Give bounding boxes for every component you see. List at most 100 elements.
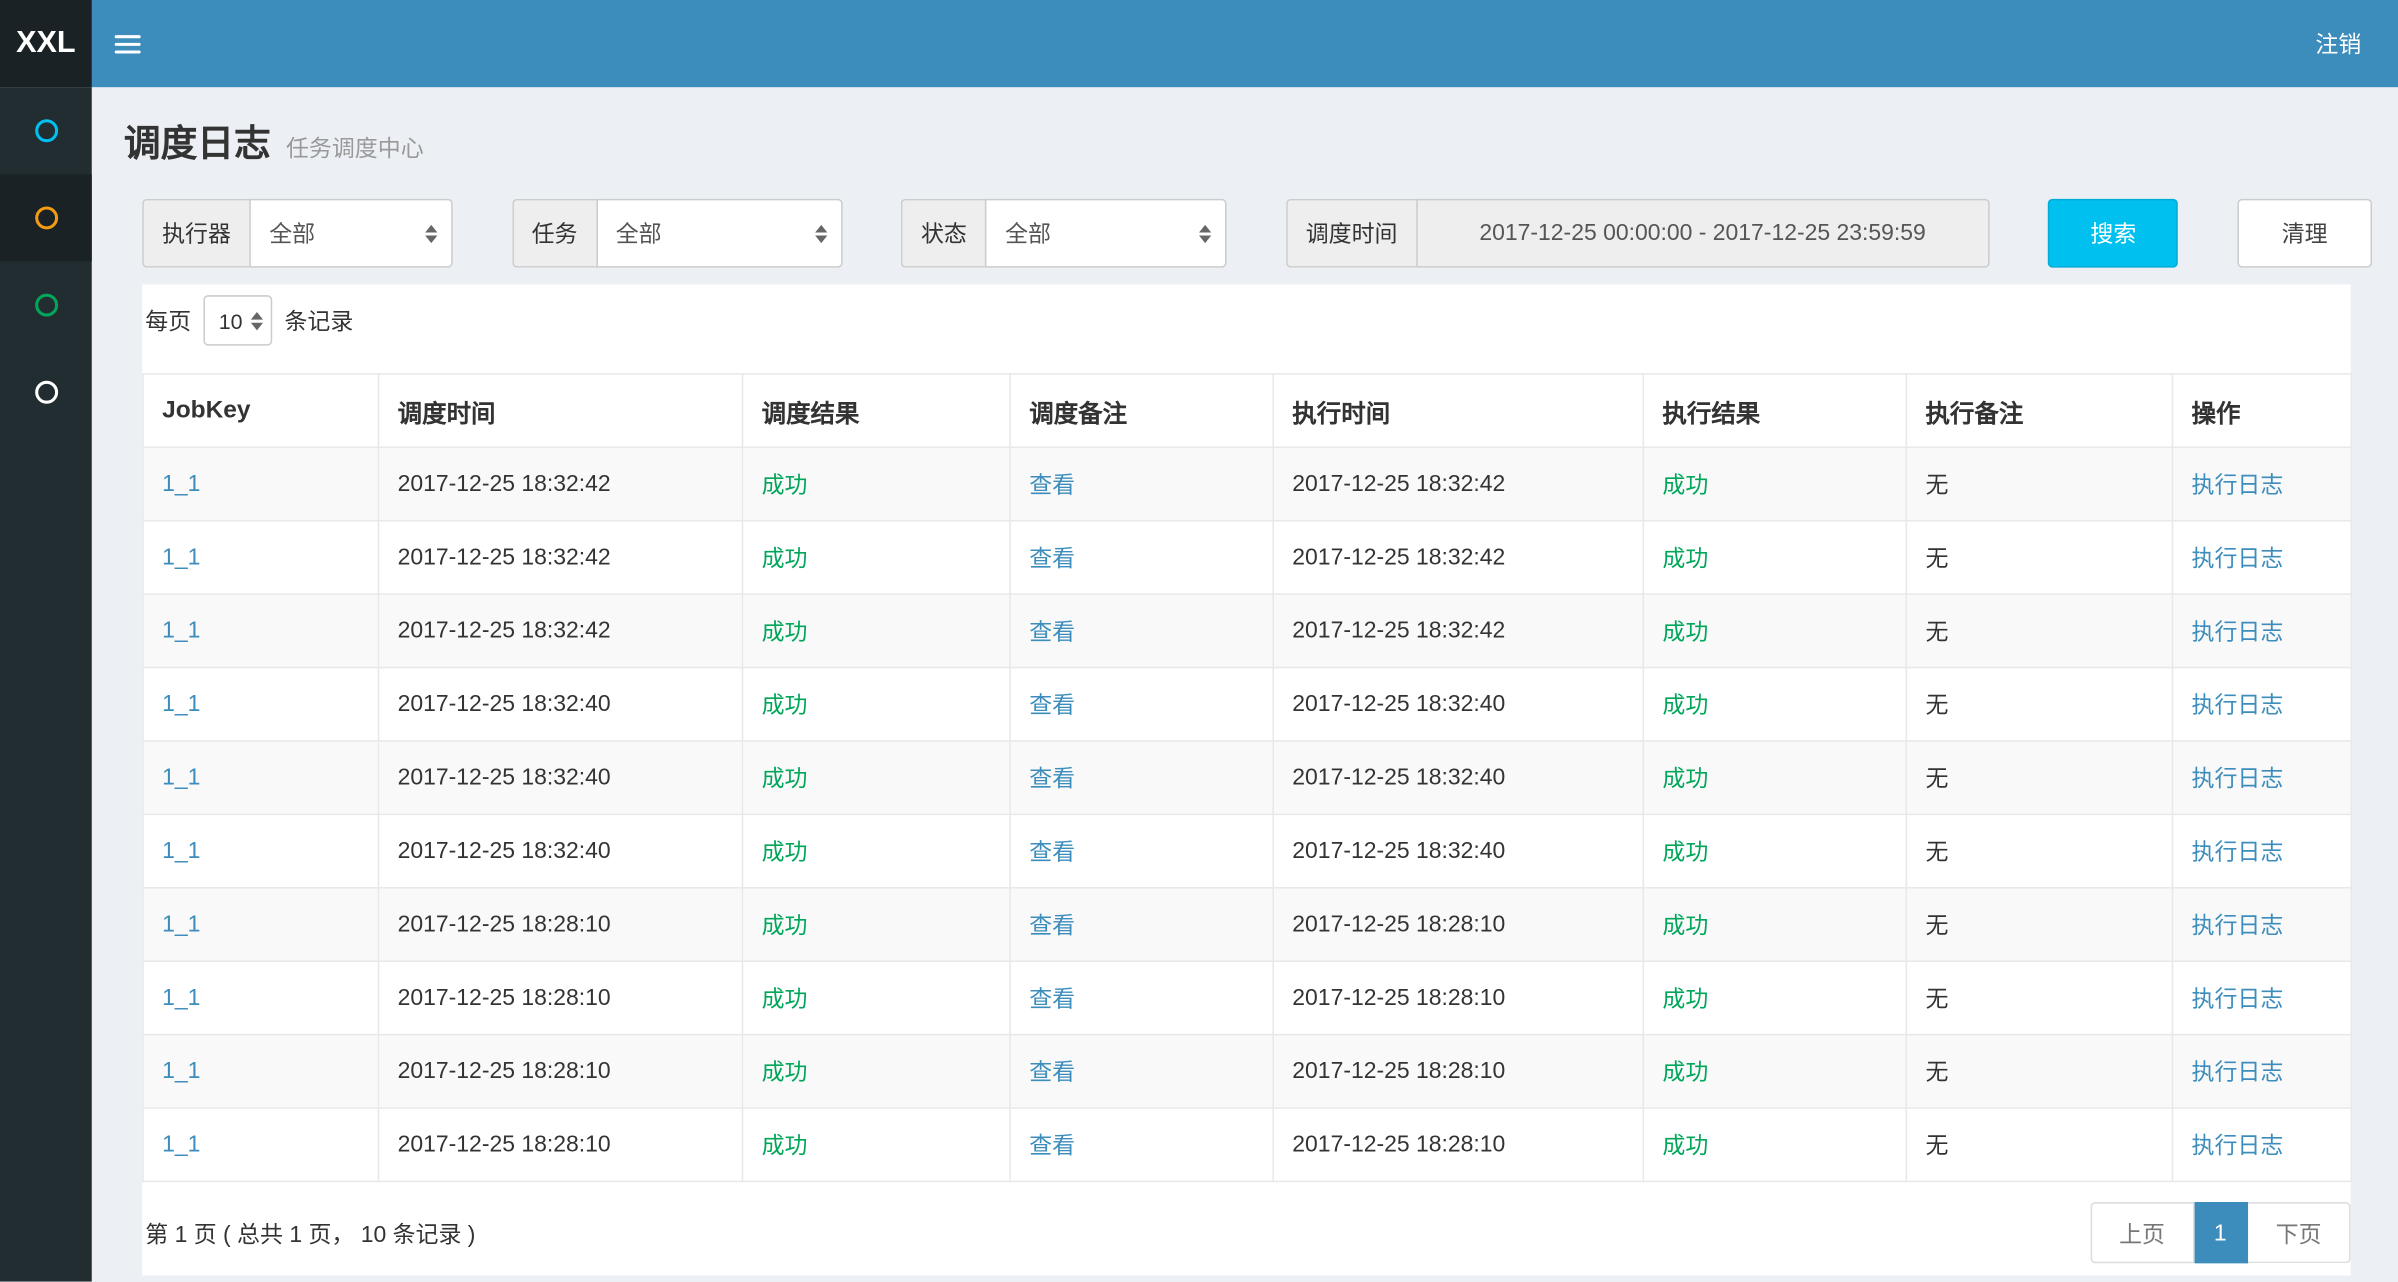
trigger-result-text: 成功 bbox=[762, 1133, 808, 1159]
sidebar-item[interactable] bbox=[0, 262, 92, 349]
trigger-result-cell: 成功 bbox=[742, 594, 1010, 667]
view-trigger-msg-link[interactable]: 查看 bbox=[1029, 766, 1075, 792]
next-page-button[interactable]: 下页 bbox=[2248, 1202, 2350, 1263]
handle-result-cell: 成功 bbox=[1643, 814, 1906, 887]
per-page-control: 每页 10 条记录 bbox=[142, 295, 2350, 345]
jobkey-link[interactable]: 1_1 bbox=[162, 911, 200, 937]
execution-log-link[interactable]: 执行日志 bbox=[2192, 546, 2284, 572]
clear-button[interactable]: 清理 bbox=[2237, 199, 2372, 268]
view-trigger-msg-link[interactable]: 查看 bbox=[1029, 693, 1075, 719]
view-trigger-msg-link[interactable]: 查看 bbox=[1029, 619, 1075, 645]
circle-icon bbox=[34, 294, 57, 317]
execution-log-link[interactable]: 执行日志 bbox=[2192, 1060, 2284, 1086]
jobkey-link[interactable]: 1_1 bbox=[162, 691, 200, 717]
handle-time-cell: 2017-12-25 18:28:10 bbox=[1273, 1035, 1643, 1108]
view-trigger-msg-link[interactable]: 查看 bbox=[1029, 1133, 1075, 1159]
table-row: 1_1 2017-12-25 18:28:10 成功 查看 2017-12-25… bbox=[143, 1108, 2351, 1181]
col-header-trigger-time: 调度时间 bbox=[379, 374, 743, 447]
current-page-button[interactable]: 1 bbox=[2194, 1202, 2248, 1263]
trigger-result-cell: 成功 bbox=[742, 668, 1010, 741]
executor-select[interactable]: 全部 bbox=[249, 199, 452, 268]
handle-msg-cell: 无 bbox=[1906, 594, 2172, 667]
view-trigger-msg-link[interactable]: 查看 bbox=[1029, 840, 1075, 866]
action-cell: 执行日志 bbox=[2172, 814, 2351, 887]
table-row: 1_1 2017-12-25 18:32:42 成功 查看 2017-12-25… bbox=[143, 447, 2351, 520]
action-cell: 执行日志 bbox=[2172, 521, 2351, 594]
col-header-trigger-result: 调度结果 bbox=[742, 374, 1010, 447]
execution-log-link[interactable]: 执行日志 bbox=[2192, 913, 2284, 939]
pagination-info: 第 1 页 ( 总共 1 页， 10 条记录 ) bbox=[145, 1217, 475, 1249]
jobkey-link[interactable]: 1_1 bbox=[162, 544, 200, 570]
app-window: XXL 注销 调度日志 任务调度中心 执行器 全部 任务 bbox=[0, 0, 2398, 1282]
jobkey-link[interactable]: 1_1 bbox=[162, 618, 200, 644]
jobkey-link[interactable]: 1_1 bbox=[162, 985, 200, 1011]
page-title: 调度日志 bbox=[124, 113, 271, 167]
status-filter-label: 状态 bbox=[901, 199, 985, 268]
job-select-value: 全部 bbox=[616, 217, 815, 249]
prev-page-button[interactable]: 上页 bbox=[2090, 1202, 2194, 1263]
jobkey-cell: 1_1 bbox=[143, 594, 379, 667]
execution-log-link[interactable]: 执行日志 bbox=[2192, 693, 2284, 719]
app-logo[interactable]: XXL bbox=[0, 0, 92, 87]
handle-result-cell: 成功 bbox=[1643, 668, 1906, 741]
jobkey-link[interactable]: 1_1 bbox=[162, 471, 200, 497]
top-navbar: XXL 注销 bbox=[0, 0, 2398, 87]
job-filter-label: 任务 bbox=[512, 199, 596, 268]
job-select[interactable]: 全部 bbox=[596, 199, 842, 268]
view-trigger-msg-link[interactable]: 查看 bbox=[1029, 1060, 1075, 1086]
trigger-time-cell: 2017-12-25 18:32:42 bbox=[379, 521, 743, 594]
col-header-handle-result: 执行结果 bbox=[1643, 374, 1906, 447]
per-page-select[interactable]: 10 bbox=[203, 295, 272, 345]
handle-msg-cell: 无 bbox=[1906, 521, 2172, 594]
view-trigger-msg-link[interactable]: 查看 bbox=[1029, 473, 1075, 499]
search-button[interactable]: 搜索 bbox=[2048, 199, 2178, 268]
trigger-time-filter-label: 调度时间 bbox=[1286, 199, 1416, 268]
status-select[interactable]: 全部 bbox=[985, 199, 1227, 268]
view-trigger-msg-link[interactable]: 查看 bbox=[1029, 913, 1075, 939]
trigger-msg-cell: 查看 bbox=[1010, 668, 1273, 741]
col-header-handle-time: 执行时间 bbox=[1273, 374, 1643, 447]
handle-time-cell: 2017-12-25 18:28:10 bbox=[1273, 888, 1643, 961]
sidebar-item[interactable] bbox=[0, 174, 92, 261]
jobkey-link[interactable]: 1_1 bbox=[162, 1058, 200, 1084]
execution-log-link[interactable]: 执行日志 bbox=[2192, 840, 2284, 866]
page-subtitle: 任务调度中心 bbox=[286, 132, 424, 164]
table-row: 1_1 2017-12-25 18:28:10 成功 查看 2017-12-25… bbox=[143, 888, 2351, 961]
trigger-result-text: 成功 bbox=[762, 840, 808, 866]
view-trigger-msg-link[interactable]: 查看 bbox=[1029, 986, 1075, 1012]
handle-time-cell: 2017-12-25 18:28:10 bbox=[1273, 961, 1643, 1034]
logout-link[interactable]: 注销 bbox=[2279, 0, 2398, 87]
sidebar-toggle-button[interactable] bbox=[92, 0, 162, 87]
jobkey-cell: 1_1 bbox=[143, 814, 379, 887]
trigger-result-text: 成功 bbox=[762, 1060, 808, 1086]
trigger-msg-cell: 查看 bbox=[1010, 1108, 1273, 1181]
trigger-result-cell: 成功 bbox=[742, 961, 1010, 1034]
handle-result-cell: 成功 bbox=[1643, 594, 1906, 667]
handle-result-text: 成功 bbox=[1662, 619, 1708, 645]
jobkey-link[interactable]: 1_1 bbox=[162, 765, 200, 791]
view-trigger-msg-link[interactable]: 查看 bbox=[1029, 546, 1075, 572]
log-table: JobKey 调度时间 调度结果 调度备注 执行时间 执行结果 执行备注 操作 … bbox=[142, 373, 2352, 1182]
execution-log-link[interactable]: 执行日志 bbox=[2192, 473, 2284, 499]
execution-log-link[interactable]: 执行日志 bbox=[2192, 986, 2284, 1012]
handle-time-cell: 2017-12-25 18:28:10 bbox=[1273, 1108, 1643, 1181]
trigger-time-cell: 2017-12-25 18:32:42 bbox=[379, 594, 743, 667]
col-header-action: 操作 bbox=[2172, 374, 2351, 447]
trigger-time-input[interactable] bbox=[1416, 199, 1989, 268]
sidebar-item[interactable] bbox=[0, 87, 92, 174]
trigger-result-cell: 成功 bbox=[742, 888, 1010, 961]
execution-log-link[interactable]: 执行日志 bbox=[2192, 619, 2284, 645]
jobkey-link[interactable]: 1_1 bbox=[162, 838, 200, 864]
handle-result-cell: 成功 bbox=[1643, 1035, 1906, 1108]
execution-log-link[interactable]: 执行日志 bbox=[2192, 1133, 2284, 1159]
handle-result-text: 成功 bbox=[1662, 840, 1708, 866]
table-row: 1_1 2017-12-25 18:28:10 成功 查看 2017-12-25… bbox=[143, 1035, 2351, 1108]
execution-log-link[interactable]: 执行日志 bbox=[2192, 766, 2284, 792]
sidebar-item[interactable] bbox=[0, 349, 92, 436]
trigger-msg-cell: 查看 bbox=[1010, 521, 1273, 594]
jobkey-cell: 1_1 bbox=[143, 741, 379, 814]
jobkey-link[interactable]: 1_1 bbox=[162, 1132, 200, 1158]
per-page-label: 每页 bbox=[145, 304, 191, 336]
table-row: 1_1 2017-12-25 18:32:42 成功 查看 2017-12-25… bbox=[143, 594, 2351, 667]
handle-time-cell: 2017-12-25 18:32:40 bbox=[1273, 741, 1643, 814]
